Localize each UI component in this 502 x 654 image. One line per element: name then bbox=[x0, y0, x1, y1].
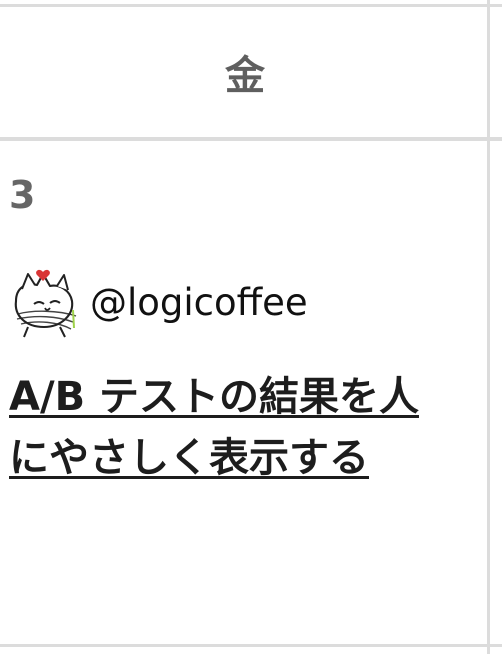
header-divider bbox=[0, 137, 502, 141]
cat-avatar-icon bbox=[14, 269, 77, 338]
day-number: 3 bbox=[9, 173, 36, 217]
author-handle: @logicoffee bbox=[90, 281, 308, 324]
weekday-label: 金 bbox=[225, 53, 265, 99]
calendar-day-cell: 金 3 @logicoffee A/B テストの結果を人にやさしく表示する bbox=[0, 0, 502, 654]
weekday-header: 金 bbox=[0, 7, 490, 137]
entry-author: @logicoffee bbox=[8, 268, 308, 338]
bottom-border bbox=[0, 644, 502, 647]
entry-title-link[interactable]: A/B テストの結果を人にやさしく表示する bbox=[9, 367, 439, 489]
